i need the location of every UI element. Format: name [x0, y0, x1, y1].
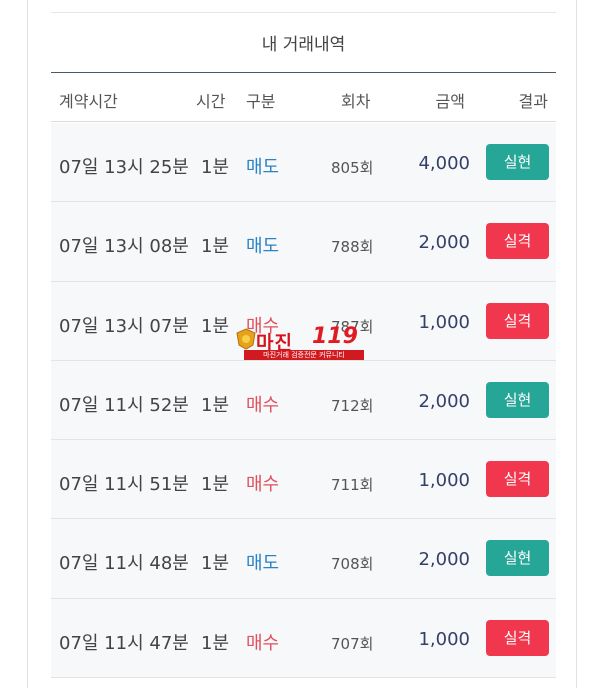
row-time: 07일 11시 47분 — [59, 632, 189, 654]
watermark-tagline: 마진거래 검증전문 커뮤니티 — [244, 350, 364, 360]
row-type: 매도 — [246, 157, 280, 178]
badge-icon — [236, 328, 256, 350]
row-round: 712회 — [331, 396, 374, 415]
row-amount: 1,000 — [418, 311, 470, 333]
column-header-amount: 금액 — [435, 92, 465, 111]
row-round: 707회 — [331, 634, 374, 653]
row-time: 07일 13시 07분 — [59, 315, 189, 337]
right-border — [576, 0, 577, 688]
row-duration: 1분 — [201, 394, 230, 416]
row-type: 매수 — [246, 474, 280, 496]
row-round: 711회 — [331, 476, 374, 495]
row-amount: 1,000 — [418, 470, 470, 492]
column-header-duration: 시간 — [196, 92, 226, 111]
row-duration: 1분 — [201, 553, 230, 575]
result-badge: 실격 — [486, 619, 549, 656]
row-duration: 1분 — [201, 632, 230, 654]
row-round: 708회 — [331, 555, 374, 574]
top-divider — [51, 12, 556, 13]
table-header: 계약시간 시간 구분 회차 금액 결과 — [51, 73, 556, 122]
row-round: 805회 — [331, 159, 374, 177]
row-amount: 1,000 — [418, 628, 470, 650]
row-duration: 1분 — [201, 315, 230, 337]
row-type: 매도 — [246, 236, 280, 258]
trade-history-table: 07일 13시 25분 1분 매도 805회 4,000 실현 07일 13시 … — [51, 123, 556, 679]
result-badge: 실격 — [486, 461, 549, 498]
panel-title: 내 거래내역 — [261, 35, 346, 55]
table-row: 07일 13시 08분 1분 매도 788회 2,000 실격 — [51, 202, 556, 282]
column-header-result: 결과 — [518, 92, 548, 111]
row-amount: 2,000 — [418, 549, 470, 571]
row-amount: 2,000 — [418, 232, 470, 254]
watermark-number: 119 — [312, 324, 358, 349]
row-type: 매수 — [246, 394, 280, 416]
table-row: 07일 11시 47분 1분 매수 707회 1,000 실격 — [51, 598, 556, 679]
row-time: 07일 11시 52분 — [59, 394, 189, 416]
row-time: 07일 13시 08분 — [59, 236, 189, 258]
result-badge: 실현 — [486, 540, 549, 577]
table-row: 07일 11시 51분 1분 매수 711회 1,000 실격 — [51, 440, 556, 520]
table-row: 07일 11시 48분 1분 매도 708회 2,000 실현 — [51, 519, 556, 599]
watermark-logo: 마진 119 마진거래 검증전문 커뮤니티 — [236, 324, 366, 362]
row-time: 07일 11시 48분 — [59, 553, 189, 575]
column-header-type: 구분 — [246, 92, 276, 111]
row-type: 매도 — [246, 553, 280, 575]
result-badge: 실현 — [486, 144, 549, 180]
row-duration: 1분 — [201, 236, 230, 258]
row-amount: 4,000 — [418, 153, 470, 174]
row-type: 매수 — [246, 632, 280, 654]
row-duration: 1분 — [201, 157, 230, 178]
left-border — [27, 0, 28, 688]
result-badge: 실격 — [486, 302, 549, 339]
column-header-time: 계약시간 — [59, 92, 118, 111]
row-time: 07일 13시 25분 — [59, 157, 189, 178]
column-header-round: 회차 — [341, 92, 371, 111]
row-round: 788회 — [331, 238, 374, 257]
result-badge: 실격 — [486, 223, 549, 260]
table-row: 07일 11시 52분 1분 매수 712회 2,000 실현 — [51, 360, 556, 441]
row-duration: 1분 — [201, 474, 230, 496]
result-badge: 실현 — [486, 381, 549, 418]
table-row: 07일 13시 25분 1분 매도 805회 4,000 실현 — [51, 123, 556, 203]
row-time: 07일 11시 51분 — [59, 474, 189, 496]
row-amount: 2,000 — [418, 390, 470, 412]
